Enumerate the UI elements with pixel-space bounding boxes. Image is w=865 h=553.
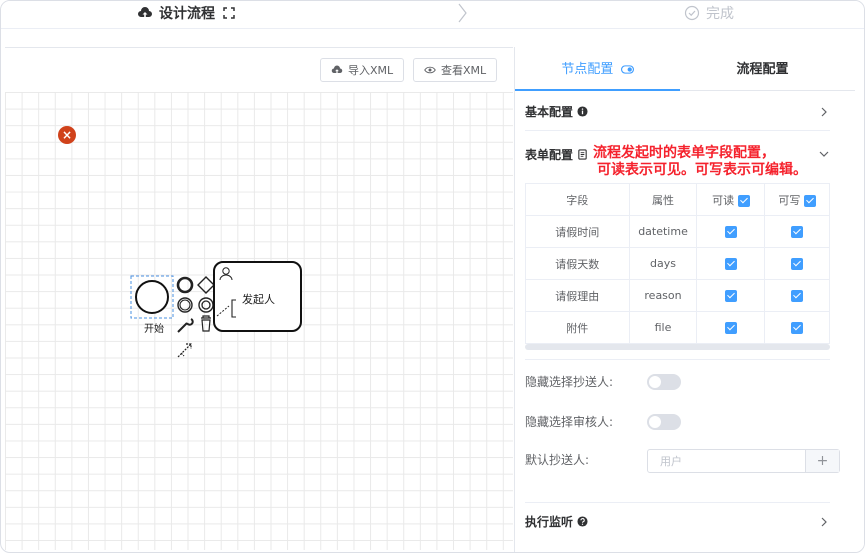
chevron-right-icon: [821, 107, 827, 116]
cell-write: [764, 311, 830, 344]
table-row: 请假理由 reason: [525, 279, 830, 312]
cell-write: [764, 279, 830, 312]
info-icon: [577, 106, 588, 117]
toggle-icon: [620, 65, 634, 74]
basic-config-label: 基本配置: [525, 105, 574, 119]
add-cc-button[interactable]: +: [805, 450, 839, 472]
connect-arrow-icon[interactable]: [177, 343, 192, 358]
basic-config-header[interactable]: 基本配置: [525, 93, 830, 131]
hide-cc-label: 隐藏选择抄送人:: [525, 375, 614, 389]
cell-field: 请假时间: [525, 215, 630, 248]
wrench-icon[interactable]: [177, 318, 194, 333]
step-done-label: 完成: [706, 6, 734, 22]
section-divider: [525, 359, 830, 360]
tab-flow-config[interactable]: 流程配置: [680, 47, 845, 91]
read-all-checkbox[interactable]: [737, 194, 750, 207]
default-cc-input-group: +: [647, 449, 840, 473]
header-read-label: 可读: [712, 193, 735, 207]
form-fields-table: 字段 属性 可读 可写 请假时间 datetime 请假天数 days 请假理由…: [525, 183, 830, 344]
step-design[interactable]: 设计流程: [137, 3, 237, 23]
cell-read: [696, 311, 766, 344]
panel-tabs: 节点配置 流程配置: [515, 47, 855, 91]
cell-attr: days: [628, 247, 698, 280]
document-icon: [578, 148, 587, 160]
write-checkbox[interactable]: [791, 290, 804, 302]
hide-auditor-row: 隐藏选择审核人:: [525, 413, 681, 430]
properties-panel: 节点配置 流程配置 基本配置 表单配置 流程发起时的表单字段配置， 可读表示可见…: [514, 47, 864, 552]
annotation-line-1: 流程发起时的表单字段配置，: [593, 145, 775, 161]
default-cc-row: 默认抄送人: +: [525, 449, 840, 473]
hide-auditor-label: 隐藏选择审核人:: [525, 415, 614, 429]
cell-attr: reason: [628, 279, 698, 312]
check-circle-icon: [684, 5, 700, 21]
default-cc-input[interactable]: [648, 450, 805, 472]
header-field: 字段: [525, 183, 630, 216]
end-event-tool-icon[interactable]: [176, 276, 194, 294]
cell-write: [764, 215, 830, 248]
header-attr: 属性: [628, 183, 698, 216]
start-event-label: 开始: [144, 324, 164, 335]
timer-event-tool-icon[interactable]: [198, 297, 214, 313]
chevron-down-icon: [819, 151, 829, 157]
default-cc-label: 默认抄送人:: [525, 453, 590, 467]
help-icon: [577, 516, 588, 527]
table-scrollbar[interactable]: [525, 344, 830, 350]
trash-icon[interactable]: [201, 315, 211, 332]
fullscreen-icon[interactable]: [221, 5, 237, 21]
chevron-right-icon: [458, 3, 467, 23]
cell-read: [696, 247, 766, 280]
cell-read: [696, 215, 766, 248]
cloud-upload-icon: [138, 7, 152, 17]
tab-node-config[interactable]: 节点配置: [515, 47, 680, 91]
hide-cc-switch[interactable]: [647, 374, 681, 390]
write-checkbox[interactable]: [791, 258, 804, 270]
gateway-tool-icon[interactable]: [197, 276, 215, 294]
read-checkbox[interactable]: [724, 290, 737, 302]
cell-field: 请假理由: [525, 279, 630, 312]
header-read: 可读: [696, 183, 766, 216]
listener-config-label: 执行监听: [525, 515, 574, 529]
form-config-annotation: 流程发起时的表单字段配置， 可读表示可见。可写表示可编辑。: [593, 145, 807, 179]
listener-config-header[interactable]: 执行监听: [525, 502, 830, 540]
read-checkbox[interactable]: [724, 226, 737, 238]
cell-attr: file: [628, 311, 698, 344]
table-row: 请假天数 days: [525, 247, 830, 280]
start-event[interactable]: [135, 280, 169, 314]
header-write-label: 可写: [778, 193, 801, 207]
write-all-checkbox[interactable]: [803, 194, 816, 207]
cell-field: 请假天数: [525, 247, 630, 280]
step-done[interactable]: 完成: [684, 3, 734, 23]
hide-cc-row: 隐藏选择抄送人:: [525, 373, 681, 390]
cell-read: [696, 279, 766, 312]
read-checkbox[interactable]: [724, 322, 737, 334]
tab-flow-config-label: 流程配置: [736, 62, 789, 77]
hide-auditor-switch[interactable]: [647, 414, 681, 430]
initiator-task-label: 发起人: [242, 293, 275, 306]
table-header-row: 字段 属性 可读 可写: [525, 183, 830, 216]
bpmn-canvas[interactable]: 导入XML 查看XML × 开始 发起人: [5, 47, 513, 550]
cell-attr: datetime: [628, 215, 698, 248]
write-checkbox[interactable]: [791, 226, 804, 238]
read-checkbox[interactable]: [724, 258, 737, 270]
step-design-label: 设计流程: [159, 6, 215, 22]
app-frame: 设计流程 完成 导入XML 查看XML × 开始 发起人 节点配置 流程配置 基…: [0, 0, 865, 553]
header-write: 可写: [764, 183, 830, 216]
chevron-right-icon: [821, 517, 827, 526]
steps-bar: 设计流程 完成: [1, 1, 864, 29]
annotation-line-2: 可读表示可见。可写表示可编辑。: [597, 162, 807, 178]
form-config-label: 表单配置: [525, 147, 574, 162]
table-row: 附件 file: [525, 311, 830, 344]
cell-write: [764, 247, 830, 280]
table-row: 请假时间 datetime: [525, 215, 830, 248]
write-checkbox[interactable]: [791, 322, 804, 334]
tab-node-config-label: 节点配置: [561, 62, 614, 77]
cell-field: 附件: [525, 311, 630, 344]
